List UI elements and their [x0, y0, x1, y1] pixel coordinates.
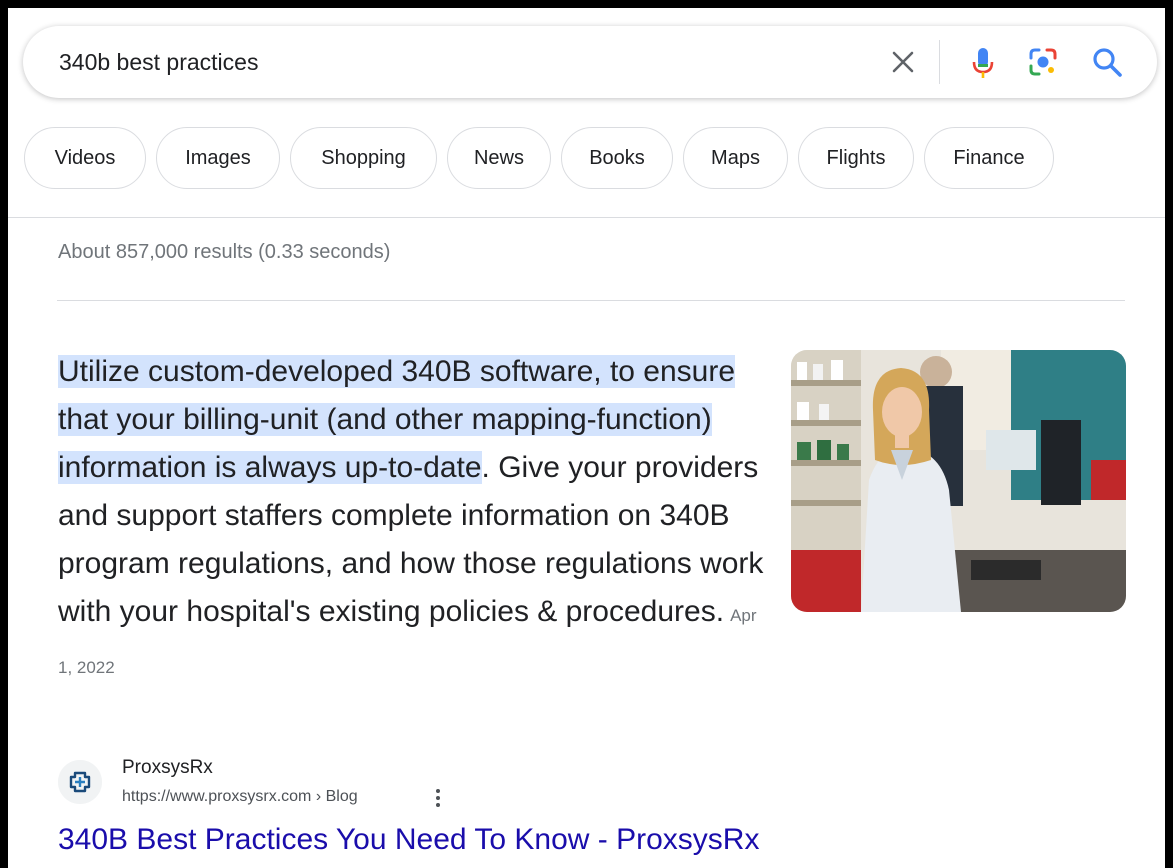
chip-maps[interactable]: Maps — [683, 127, 788, 189]
featured-snippet-text: Utilize custom-developed 340B software, … — [58, 348, 768, 692]
chip-news[interactable]: News — [447, 127, 551, 189]
search-results-page: 340b best practices Videos Images Shoppi… — [8, 8, 1165, 868]
content-divider — [57, 300, 1125, 301]
camera-lens-icon[interactable] — [1023, 42, 1063, 82]
chip-books[interactable]: Books — [561, 127, 673, 189]
microphone-icon[interactable] — [963, 42, 1003, 82]
results-stats: About 857,000 results (0.33 seconds) — [58, 241, 391, 263]
result-title-link[interactable]: 340B Best Practices You Need To Know - P… — [58, 823, 759, 857]
chip-finance[interactable]: Finance — [924, 127, 1054, 189]
chip-videos[interactable]: Videos — [24, 127, 146, 189]
site-url[interactable]: https://www.proxsysrx.com › Blog — [122, 788, 358, 806]
header-divider — [8, 217, 1165, 218]
chip-flights[interactable]: Flights — [798, 127, 914, 189]
search-input[interactable]: 340b best practices — [59, 49, 258, 76]
search-bar[interactable]: 340b best practices — [23, 26, 1157, 98]
snippet-thumbnail-image[interactable] — [791, 350, 1126, 612]
more-options-icon[interactable] — [432, 786, 444, 810]
site-favicon-icon[interactable] — [58, 760, 102, 804]
search-bar-divider — [939, 40, 940, 84]
search-filter-chips: Videos Images Shopping News Books Maps F… — [24, 127, 1054, 191]
clear-icon[interactable] — [885, 44, 921, 80]
search-icon[interactable] — [1087, 42, 1127, 82]
chip-shopping[interactable]: Shopping — [290, 127, 437, 189]
site-name[interactable]: ProxsysRx — [122, 757, 213, 779]
chip-images[interactable]: Images — [156, 127, 280, 189]
